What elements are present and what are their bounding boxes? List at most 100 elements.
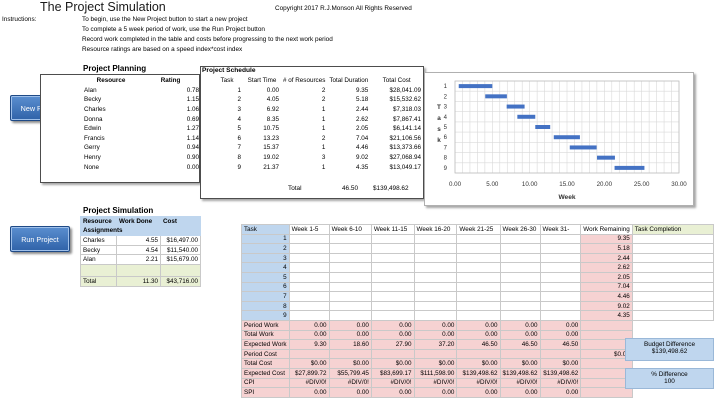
instruction-line: To complete a 5 week period of work, use…	[82, 26, 265, 33]
week-work-input[interactable]	[539, 300, 582, 312]
task-completion	[631, 233, 715, 245]
week-work-input[interactable]	[328, 243, 372, 254]
week-work-input[interactable]	[413, 233, 458, 245]
week-work-input[interactable]	[539, 233, 582, 245]
week-work-input[interactable]	[328, 233, 372, 245]
week-work-input[interactable]	[456, 243, 501, 254]
week-work-input[interactable]	[288, 243, 330, 254]
week-work-input[interactable]	[370, 243, 415, 254]
week-work-input[interactable]	[456, 233, 501, 245]
sim-cell: Becky	[80, 244, 117, 256]
week-work-input[interactable]	[456, 262, 501, 273]
schedule-cell: 8.35	[266, 115, 279, 123]
week-work-input[interactable]	[539, 243, 582, 254]
week-work-input[interactable]	[413, 291, 458, 302]
week-work-input[interactable]	[328, 300, 372, 312]
week-work-input[interactable]	[499, 233, 541, 245]
week-work-input[interactable]	[328, 281, 372, 293]
week-work-input[interactable]	[413, 310, 458, 321]
week-work-input[interactable]	[328, 262, 372, 273]
summary-value: 0.00	[499, 319, 541, 331]
run-project-button[interactable]: Run Project	[10, 226, 70, 252]
week-work-input[interactable]	[370, 300, 415, 312]
week-work-input[interactable]	[413, 252, 458, 264]
week-work-input[interactable]	[328, 310, 372, 321]
week-work-input[interactable]	[288, 252, 330, 264]
week-work-input[interactable]	[456, 300, 501, 312]
week-work-input[interactable]	[328, 271, 372, 283]
resource-rating: 1.15	[186, 96, 199, 104]
week-work-input[interactable]	[370, 310, 415, 321]
summary-value: #DIV/0!	[288, 377, 330, 389]
week-work-input[interactable]	[288, 233, 330, 245]
table-row: 3 2.44	[241, 252, 715, 264]
summary-value: $55,799.45	[328, 367, 372, 379]
week-work-input[interactable]	[370, 252, 415, 264]
week-work-input[interactable]	[499, 281, 541, 293]
schedule-cell: 4.46	[355, 144, 369, 152]
summary-label: Period Work	[241, 319, 290, 331]
week-work-input[interactable]	[288, 262, 330, 273]
summary-value: 37.20	[413, 339, 458, 350]
y-tick-label: 9	[444, 166, 448, 172]
week-work-input[interactable]	[456, 291, 501, 302]
x-tick-label: 15.00	[559, 181, 575, 188]
week-work-input[interactable]	[539, 310, 582, 321]
summary-value: 0.00	[370, 387, 415, 398]
table-row: 9 4.35	[241, 310, 715, 321]
week-work-input[interactable]	[413, 271, 458, 283]
week-work-input[interactable]	[539, 271, 582, 283]
week-work-input[interactable]	[288, 310, 330, 321]
schedule-cell: 9.35	[355, 86, 369, 94]
week-work-input[interactable]	[499, 271, 541, 283]
summary-label: CPI	[241, 377, 290, 389]
week-work-input[interactable]	[456, 281, 501, 293]
table-row: 4 8.35 1 2.62 $7,867.41	[211, 114, 423, 124]
week-work-input[interactable]	[288, 281, 330, 293]
week-work-input[interactable]	[499, 262, 541, 273]
week-work-input[interactable]	[413, 262, 458, 273]
week-work-input[interactable]	[456, 252, 501, 264]
y-axis-label-letter: a	[437, 115, 441, 122]
week-work-input[interactable]	[413, 243, 458, 254]
summary-label: Total Work	[241, 329, 290, 341]
x-tick-label: 10.00	[522, 181, 538, 188]
summary-value: 46.50	[456, 339, 501, 350]
week-work-input[interactable]	[499, 252, 541, 264]
summary-spacer	[632, 388, 713, 398]
schedule-total-duration: 46.50	[342, 185, 358, 192]
week-work-input[interactable]	[499, 243, 541, 254]
summary-value: $0.00	[328, 358, 372, 369]
week-work-input[interactable]	[413, 281, 458, 293]
schedule-cell: 1	[321, 115, 326, 123]
summary-value: #DIV/0!	[499, 377, 541, 389]
week-work-input[interactable]	[370, 233, 415, 245]
week-work-input[interactable]	[456, 271, 501, 283]
table-row: 5 2.05	[241, 271, 715, 283]
week-work-input[interactable]	[499, 310, 541, 321]
week-work-input[interactable]	[370, 271, 415, 283]
week-work-input[interactable]	[328, 291, 372, 302]
week-work-input[interactable]	[539, 252, 582, 264]
week-work-input[interactable]	[288, 271, 330, 283]
week-work-input[interactable]	[413, 300, 458, 312]
week-work-input[interactable]	[328, 252, 372, 264]
y-axis-label-letter: T	[437, 104, 441, 111]
week-work-input[interactable]	[539, 262, 582, 273]
week-work-input[interactable]	[499, 291, 541, 302]
planning-header-rating: Rating	[160, 77, 181, 85]
simulation-header: Resource	[80, 216, 117, 227]
week-work-input[interactable]	[539, 281, 582, 293]
week-work-input[interactable]	[370, 291, 415, 302]
week-work-input[interactable]	[288, 300, 330, 312]
week-work-input[interactable]	[288, 291, 330, 302]
summary-value: 0.00	[413, 329, 458, 341]
week-work-input[interactable]	[370, 281, 415, 293]
week-work-input[interactable]	[539, 291, 582, 302]
week-work-input[interactable]	[499, 300, 541, 312]
week-work-input[interactable]	[370, 262, 415, 273]
summary-value: 0.00	[328, 319, 372, 331]
work-remaining: 2.62	[580, 262, 633, 273]
week-work-input[interactable]	[456, 310, 501, 321]
summary-label: Expected Cost	[241, 367, 290, 379]
